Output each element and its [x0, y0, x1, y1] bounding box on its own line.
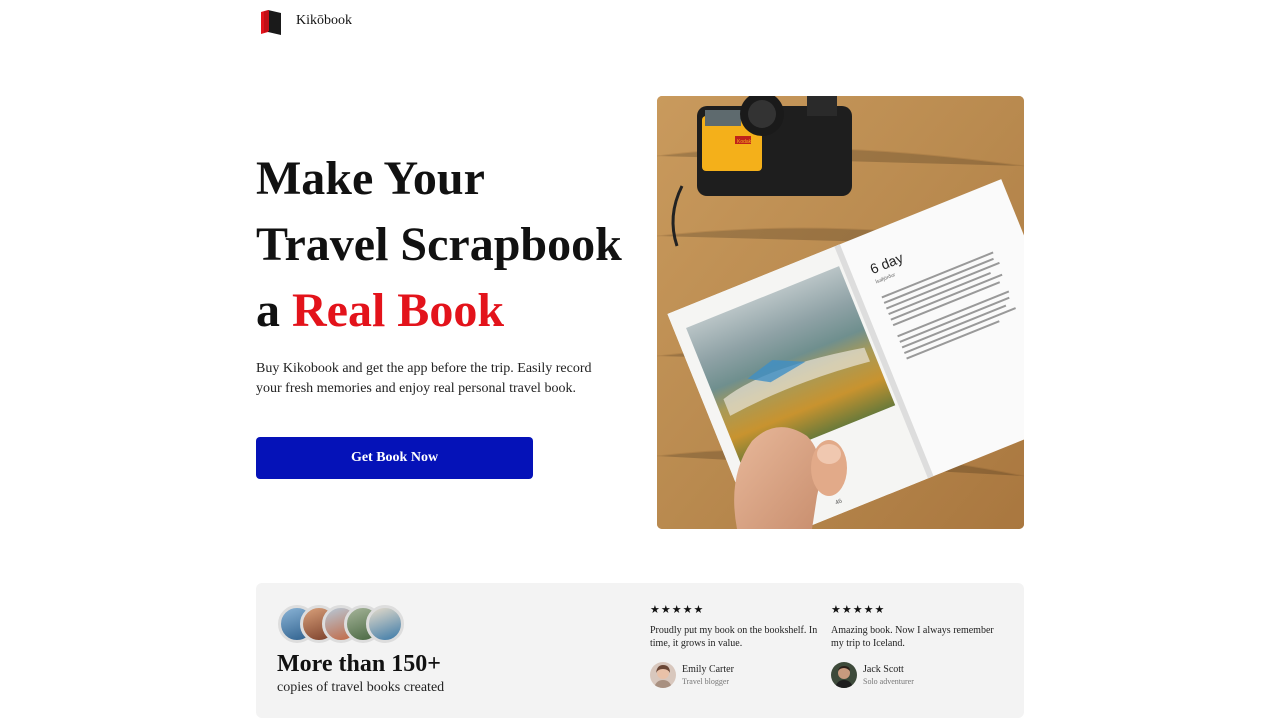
star-rating: ★★★★★	[650, 604, 705, 616]
reviewer: Emily Carter Travel blogger	[650, 662, 820, 688]
stat-subtitle: copies of travel books created	[277, 680, 445, 695]
social-proof-panel: More than 150+ copies of travel books cr…	[256, 583, 1024, 718]
hero-subtitle: Buy Kikobook and get the app before the …	[256, 361, 592, 396]
review-card: ★★★★★ Amazing book. Now I always remembe…	[831, 603, 1001, 688]
brand-name[interactable]: Kikōbook	[296, 13, 352, 29]
get-book-now-button[interactable]: Get Book Now	[256, 437, 533, 479]
reviewer-role: Travel blogger	[682, 677, 730, 686]
avatar	[831, 662, 857, 688]
site-header: Kikōbook	[256, 0, 352, 42]
review-quote: Amazing book. Now I always remember my t…	[831, 625, 994, 649]
reviewer: Jack Scott Solo adventurer	[831, 662, 1001, 688]
hero-title-line-2: Travel Scrapbook	[256, 218, 622, 271]
review-quote: Proudly put my book on the bookshelf. In…	[650, 625, 818, 649]
book-logo-icon[interactable]	[256, 6, 286, 36]
star-rating: ★★★★★	[831, 604, 886, 616]
book-thumbnail	[366, 605, 404, 643]
hero-title: Make Your Travel Scrapbook a Real Book	[256, 146, 656, 344]
hero-title-line-3-prefix: a	[256, 284, 292, 337]
book-thumbnails	[278, 605, 408, 645]
avatar	[650, 662, 676, 688]
reviewer-name: Emily Carter	[682, 664, 734, 675]
hero-book-photo: Kodak 6 day Ísafjörður 46	[657, 96, 1024, 529]
hero-title-accent: Real Book	[292, 284, 505, 337]
reviewer-role: Solo adventurer	[863, 677, 914, 686]
hero-title-line-1: Make Your	[256, 152, 485, 205]
reviewer-name: Jack Scott	[863, 664, 904, 675]
stat-title: More than 150+	[277, 651, 441, 677]
review-card: ★★★★★ Proudly put my book on the bookshe…	[650, 603, 820, 688]
camera-brand-text: Kodak	[737, 139, 752, 145]
